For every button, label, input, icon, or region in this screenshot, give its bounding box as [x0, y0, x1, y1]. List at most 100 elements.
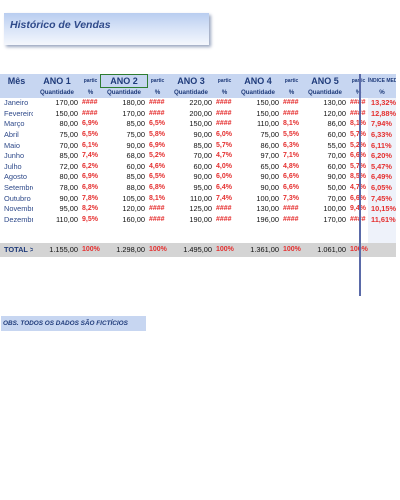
percent-cell[interactable]: 7,4%	[215, 193, 234, 204]
percent-cell[interactable]: 6,0%	[215, 130, 234, 141]
quantity-cell[interactable]: 150,00	[234, 98, 282, 109]
quantity-cell[interactable]: 75,00	[100, 130, 148, 141]
percent-cell[interactable]: ####	[148, 204, 167, 215]
percent-cell[interactable]: ####	[148, 215, 167, 226]
percent-cell[interactable]: 7,4%	[81, 151, 100, 162]
empty-cell[interactable]	[282, 234, 301, 243]
percent-cell[interactable]: 6,0%	[215, 172, 234, 183]
quantity-cell[interactable]: 60,00	[167, 162, 215, 173]
percent-cell[interactable]: 6,6%	[282, 183, 301, 194]
quantity-cell[interactable]: 65,00	[234, 162, 282, 173]
percent-cell[interactable]: ####	[81, 109, 100, 120]
quantity-cell[interactable]: 90,00	[167, 130, 215, 141]
quantity-cell[interactable]: 125,00	[167, 204, 215, 215]
total-percent-cell[interactable]: 100%	[215, 243, 234, 258]
percent-cell[interactable]: 6,9%	[81, 172, 100, 183]
total-percent-cell[interactable]: 100%	[148, 243, 167, 258]
indice-cell[interactable]: 10,15%	[368, 203, 396, 215]
month-cell[interactable]: Dezembro	[0, 215, 33, 226]
month-cell[interactable]: Setembro	[0, 183, 33, 194]
total-percent-cell[interactable]: 100%	[81, 243, 100, 258]
quantity-cell[interactable]: 85,00	[100, 119, 148, 130]
month-cell[interactable]: Novembro	[0, 204, 33, 215]
empty-cell[interactable]	[33, 225, 81, 234]
percent-cell[interactable]: 4,6%	[148, 162, 167, 173]
subheader-quantidade[interactable]: Quantidade	[301, 88, 349, 98]
quantity-cell[interactable]: 130,00	[301, 98, 349, 109]
percent-cell[interactable]: ####	[148, 98, 167, 109]
empty-cell[interactable]	[100, 225, 148, 234]
quantity-cell[interactable]: 170,00	[301, 215, 349, 226]
quantity-cell[interactable]: 90,00	[33, 193, 81, 204]
quantity-cell[interactable]: 95,00	[33, 204, 81, 215]
quantity-cell[interactable]: 170,00	[33, 98, 81, 109]
percent-cell[interactable]: ####	[282, 204, 301, 215]
empty-cell[interactable]	[148, 234, 167, 243]
quantity-cell[interactable]: 70,00	[301, 151, 349, 162]
indice-cell[interactable]: 7,94%	[368, 119, 396, 130]
month-cell[interactable]: Maio	[0, 140, 33, 151]
header-mes[interactable]: Mês	[0, 74, 33, 88]
empty-cell[interactable]	[81, 225, 100, 234]
month-cell[interactable]: Março	[0, 119, 33, 130]
percent-cell[interactable]: 4,7%	[215, 151, 234, 162]
quantity-cell[interactable]: 90,00	[301, 172, 349, 183]
total-quantity-cell[interactable]: 1.061,00	[301, 243, 349, 258]
total-indice-cell[interactable]	[368, 243, 396, 258]
empty-cell[interactable]	[148, 225, 167, 234]
quantity-cell[interactable]: 75,00	[33, 130, 81, 141]
indice-cell[interactable]: 11,61%	[368, 214, 396, 226]
empty-cell[interactable]	[368, 234, 396, 244]
header-partic[interactable]: partic	[282, 74, 301, 88]
percent-cell[interactable]: ####	[215, 109, 234, 120]
percent-cell[interactable]: 6,8%	[81, 183, 100, 194]
subheader-percent[interactable]: %	[282, 88, 301, 98]
empty-cell[interactable]	[33, 234, 81, 243]
indice-cell[interactable]: 6,49%	[368, 172, 396, 183]
quantity-cell[interactable]: 86,00	[234, 140, 282, 151]
percent-cell[interactable]: 6,9%	[81, 119, 100, 130]
total-quantity-cell[interactable]: 1.495,00	[167, 243, 215, 258]
quantity-cell[interactable]: 90,00	[234, 183, 282, 194]
quantity-cell[interactable]: 97,00	[234, 151, 282, 162]
percent-cell[interactable]: 6,4%	[215, 183, 234, 194]
total-quantity-cell[interactable]: 1.155,00	[33, 243, 81, 258]
quantity-cell[interactable]: 110,00	[167, 193, 215, 204]
total-quantity-cell[interactable]: 1.361,00	[234, 243, 282, 258]
quantity-cell[interactable]: 196,00	[234, 215, 282, 226]
percent-cell[interactable]: 6,1%	[81, 140, 100, 151]
indice-cell[interactable]: 13,32%	[368, 98, 396, 109]
empty-cell[interactable]	[167, 225, 215, 234]
indice-cell[interactable]: 6,05%	[368, 182, 396, 194]
empty-cell[interactable]	[215, 225, 234, 234]
percent-cell[interactable]: ####	[215, 98, 234, 109]
total-quantity-cell[interactable]: 1.298,00	[100, 243, 148, 258]
percent-cell[interactable]: 7,8%	[81, 193, 100, 204]
percent-cell[interactable]: 8,1%	[148, 193, 167, 204]
percent-cell[interactable]: 5,2%	[148, 151, 167, 162]
indice-cell[interactable]: 6,33%	[368, 129, 396, 141]
percent-cell[interactable]: 7,3%	[282, 193, 301, 204]
indice-cell[interactable]: 6,11%	[368, 140, 396, 151]
quantity-cell[interactable]: 78,00	[33, 183, 81, 194]
quantity-cell[interactable]: 60,00	[301, 162, 349, 173]
subheader-quantidade[interactable]: Quantidade	[234, 88, 282, 98]
month-cell[interactable]: Outubro	[0, 193, 33, 204]
header-ano-5[interactable]: ANO 5	[301, 74, 349, 88]
percent-cell[interactable]: 8,1%	[282, 119, 301, 130]
percent-cell[interactable]: ####	[148, 109, 167, 120]
percent-cell[interactable]: 5,5%	[282, 130, 301, 141]
percent-cell[interactable]: ####	[282, 215, 301, 226]
quantity-cell[interactable]: 70,00	[33, 140, 81, 151]
quantity-cell[interactable]: 60,00	[100, 162, 148, 173]
quantity-cell[interactable]: 90,00	[100, 140, 148, 151]
header-indice[interactable]: ÍNDICE MED	[368, 74, 396, 88]
percent-cell[interactable]: ####	[215, 215, 234, 226]
quantity-cell[interactable]: 100,00	[301, 204, 349, 215]
quantity-cell[interactable]: 50,00	[301, 183, 349, 194]
month-cell[interactable]: Abril	[0, 130, 33, 141]
empty-cell[interactable]	[282, 225, 301, 234]
quantity-cell[interactable]: 110,00	[234, 119, 282, 130]
subheader-blank[interactable]	[0, 88, 33, 98]
quantity-cell[interactable]: 100,00	[234, 193, 282, 204]
